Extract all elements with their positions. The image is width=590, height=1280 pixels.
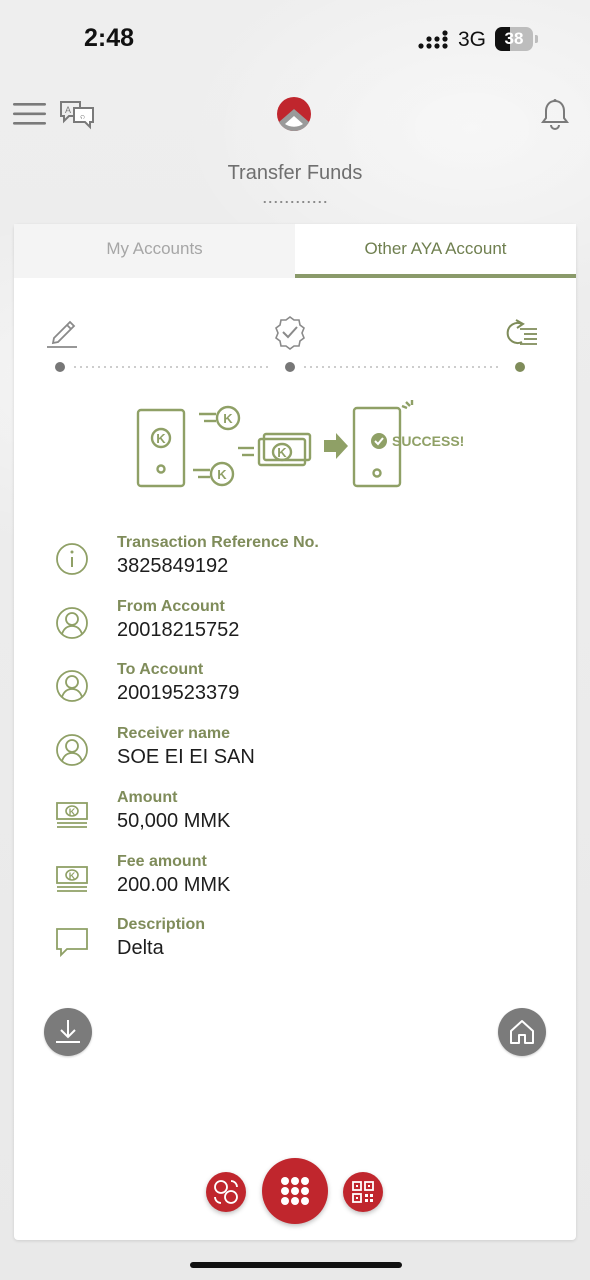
detail-label: Fee amount [117, 853, 207, 870]
detail-to-account: To Account 20019523379 [54, 661, 534, 721]
kyat-symbol-coin-top: K [223, 411, 233, 426]
battery-cap [535, 35, 538, 43]
transfer-icon [214, 1180, 238, 1204]
detail-label: Receiver name [117, 725, 230, 742]
svg-text:K: K [69, 807, 76, 817]
detail-label: Transaction Reference No. [117, 534, 319, 551]
money-icon: K [56, 866, 88, 892]
svg-text:K: K [69, 871, 76, 881]
edit-icon [47, 320, 77, 348]
step-dot-3 [515, 362, 525, 372]
language-icon[interactable]: A ၵ [58, 98, 96, 130]
qr-code-icon [352, 1181, 374, 1203]
tab-my-accounts[interactable]: My Accounts [14, 224, 295, 278]
transfer-button[interactable] [206, 1172, 246, 1212]
detail-value: SOE EI EI SAN [117, 746, 255, 768]
svg-text:ၵ: ၵ [80, 111, 85, 121]
success-text: SUCCESS! [392, 433, 464, 449]
battery-level: 38 [504, 29, 524, 48]
detail-value: 200.00 MMK [117, 874, 231, 896]
detail-fee-amount: K Fee amount 200.00 MMK [54, 853, 534, 913]
detail-amount: K Amount 50,000 MMK [54, 789, 534, 849]
detail-from-account: From Account 20018215752 [54, 598, 534, 658]
bell-icon[interactable] [540, 98, 570, 132]
title-underline [262, 200, 328, 204]
progress-stepper [14, 308, 576, 372]
step-connector-2 [302, 366, 502, 368]
user-icon [56, 607, 88, 639]
home-button[interactable] [498, 1008, 546, 1056]
detail-label: Description [117, 916, 206, 933]
detail-description: Description Delta [54, 916, 534, 976]
detail-transaction-ref: Transaction Reference No. 3825849192 [54, 534, 534, 594]
comment-icon [56, 928, 88, 958]
detail-value: 3825849192 [117, 555, 229, 577]
kyat-symbol-note: K [277, 445, 287, 460]
detail-label: Amount [117, 789, 178, 806]
status-time: 2:48 [84, 24, 135, 52]
download-button[interactable] [44, 1008, 92, 1056]
tab-other-aya-account[interactable]: Other AYA Account [295, 224, 576, 278]
page-title: Transfer Funds [227, 162, 363, 184]
main-menu-button[interactable] [262, 1158, 328, 1224]
status-bar: 2:48 3G 38 [0, 0, 590, 80]
home-icon [510, 1020, 534, 1044]
user-icon [56, 734, 88, 766]
download-icon [56, 1020, 80, 1043]
transfer-success-illustration: K K K K SUCCESS! [136, 400, 464, 488]
verify-icon [275, 316, 305, 350]
svg-text:A: A [65, 105, 71, 115]
detail-value: 20019523379 [117, 682, 240, 704]
detail-value: 20018215752 [117, 619, 240, 641]
confirm-icon [506, 319, 537, 345]
aya-logo [277, 97, 311, 131]
money-icon: K [56, 802, 88, 828]
menu-icon[interactable] [12, 100, 48, 128]
detail-value: Delta [117, 937, 164, 959]
tab-bar: My Accounts Other AYA Account [14, 224, 576, 278]
detail-receiver-name: Receiver name SOE EI EI SAN [54, 725, 534, 785]
detail-label: From Account [117, 598, 225, 615]
battery-icon: 38 [495, 27, 533, 51]
step-connector-1 [72, 366, 272, 368]
network-label: 3G [458, 28, 487, 51]
step-dot-1 [55, 362, 65, 372]
step-dot-2 [285, 362, 295, 372]
user-icon [56, 670, 88, 702]
detail-label: To Account [117, 661, 204, 678]
detail-value: 50,000 MMK [117, 810, 231, 832]
grid-menu-icon [281, 1177, 309, 1205]
kyat-symbol-coin-bottom: K [217, 467, 227, 482]
qr-scan-button[interactable] [343, 1172, 383, 1212]
transfer-card: My Accounts Other AYA Account K K K K SU… [14, 224, 576, 1240]
info-icon [56, 543, 88, 575]
kyat-symbol-phone: K [156, 431, 166, 446]
kyat-marks: K K K K [156, 411, 287, 482]
home-indicator[interactable] [190, 1262, 402, 1268]
signal-icon [418, 30, 448, 49]
